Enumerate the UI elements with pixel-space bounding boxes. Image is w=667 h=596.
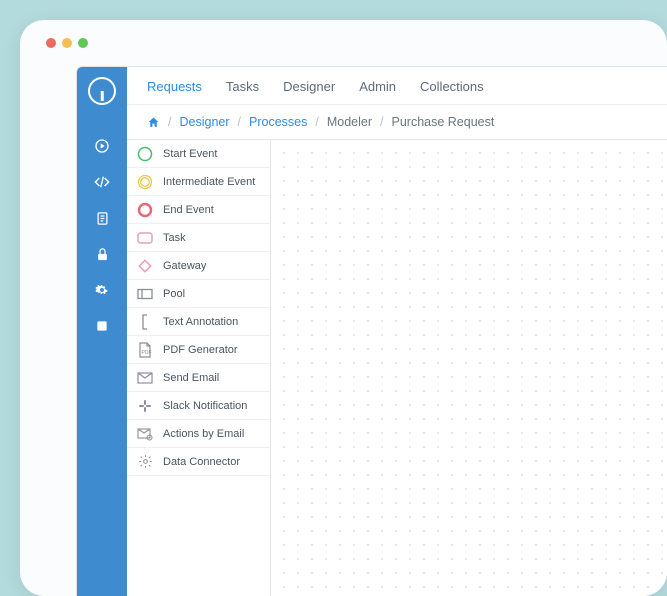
crumb-purchase-request: Purchase Request: [392, 115, 495, 129]
circle-icon: [137, 146, 153, 162]
app-window: Requests Tasks Designer Admin Collections / …: [76, 66, 667, 596]
rail-doc-icon[interactable]: [93, 209, 111, 227]
crumb-designer[interactable]: Designer: [179, 115, 229, 129]
palette-pdf-generator[interactable]: PDF PDF Generator: [127, 336, 270, 364]
mailgear-icon: [137, 426, 153, 442]
workspace: Start Event Intermediate Event End Event Ta…: [127, 139, 667, 596]
palette-item-label: Slack Notification: [163, 400, 247, 412]
mail-icon: [137, 370, 153, 386]
dblcircle-icon: [137, 174, 153, 190]
palette-intermediate-event[interactable]: Intermediate Event: [127, 168, 270, 196]
palette-item-label: Text Annotation: [163, 316, 238, 328]
rail-lock-icon[interactable]: [93, 245, 111, 263]
svg-text:PDF: PDF: [142, 350, 152, 356]
tab-tasks[interactable]: Tasks: [226, 79, 259, 94]
palette-item-label: Intermediate Event: [163, 176, 255, 188]
palette-actions-by-email[interactable]: Actions by Email: [127, 420, 270, 448]
palette-pool[interactable]: Pool: [127, 280, 270, 308]
gear-icon: [137, 454, 153, 470]
minimize-dot[interactable]: [62, 38, 72, 48]
top-nav: Requests Tasks Designer Admin Collections: [127, 67, 667, 105]
pool-icon: [137, 286, 153, 302]
palette-task[interactable]: Task: [127, 224, 270, 252]
palette-item-label: Task: [163, 232, 186, 244]
palette-item-label: Send Email: [163, 372, 219, 384]
diamond-icon: [137, 258, 153, 274]
palette-text-annotation[interactable]: Text Annotation: [127, 308, 270, 336]
left-rail: [77, 67, 127, 596]
slack-icon: [137, 398, 153, 414]
window-traffic-lights: [46, 38, 88, 48]
rail-code-icon[interactable]: [93, 173, 111, 191]
palette-item-label: Pool: [163, 288, 185, 300]
bracket-icon: [137, 314, 153, 330]
rail-file-icon[interactable]: [93, 317, 111, 335]
palette-item-label: Actions by Email: [163, 428, 244, 440]
tab-admin[interactable]: Admin: [359, 79, 396, 94]
roundrect-icon: [137, 230, 153, 246]
palette-item-label: End Event: [163, 204, 214, 216]
palette-end-event[interactable]: End Event: [127, 196, 270, 224]
palette-start-event[interactable]: Start Event: [127, 140, 270, 168]
breadcrumb: / Designer / Processes / Modeler / Purch…: [127, 105, 667, 139]
maximize-dot[interactable]: [78, 38, 88, 48]
tab-requests[interactable]: Requests: [147, 79, 202, 94]
crumb-processes[interactable]: Processes: [249, 115, 307, 129]
close-dot[interactable]: [46, 38, 56, 48]
palette-gateway[interactable]: Gateway: [127, 252, 270, 280]
app-logo-icon[interactable]: [88, 77, 116, 105]
thickcircle-icon: [137, 202, 153, 218]
modeler-canvas[interactable]: [271, 140, 667, 596]
rail-gear-icon[interactable]: [93, 281, 111, 299]
home-icon[interactable]: [147, 116, 160, 129]
palette-send-email[interactable]: Send Email: [127, 364, 270, 392]
palette-slack-notification[interactable]: Slack Notification: [127, 392, 270, 420]
palette-item-label: Data Connector: [163, 456, 240, 468]
crumb-modeler: Modeler: [327, 115, 372, 129]
element-palette: Start Event Intermediate Event End Event Ta…: [127, 140, 271, 596]
tab-collections[interactable]: Collections: [420, 79, 484, 94]
palette-item-label: Start Event: [163, 148, 217, 160]
palette-item-label: PDF Generator: [163, 344, 238, 356]
pdf-icon: PDF: [137, 342, 153, 358]
tab-designer[interactable]: Designer: [283, 79, 335, 94]
palette-data-connector[interactable]: Data Connector: [127, 448, 270, 476]
rail-play-icon[interactable]: [93, 137, 111, 155]
palette-item-label: Gateway: [163, 260, 206, 272]
